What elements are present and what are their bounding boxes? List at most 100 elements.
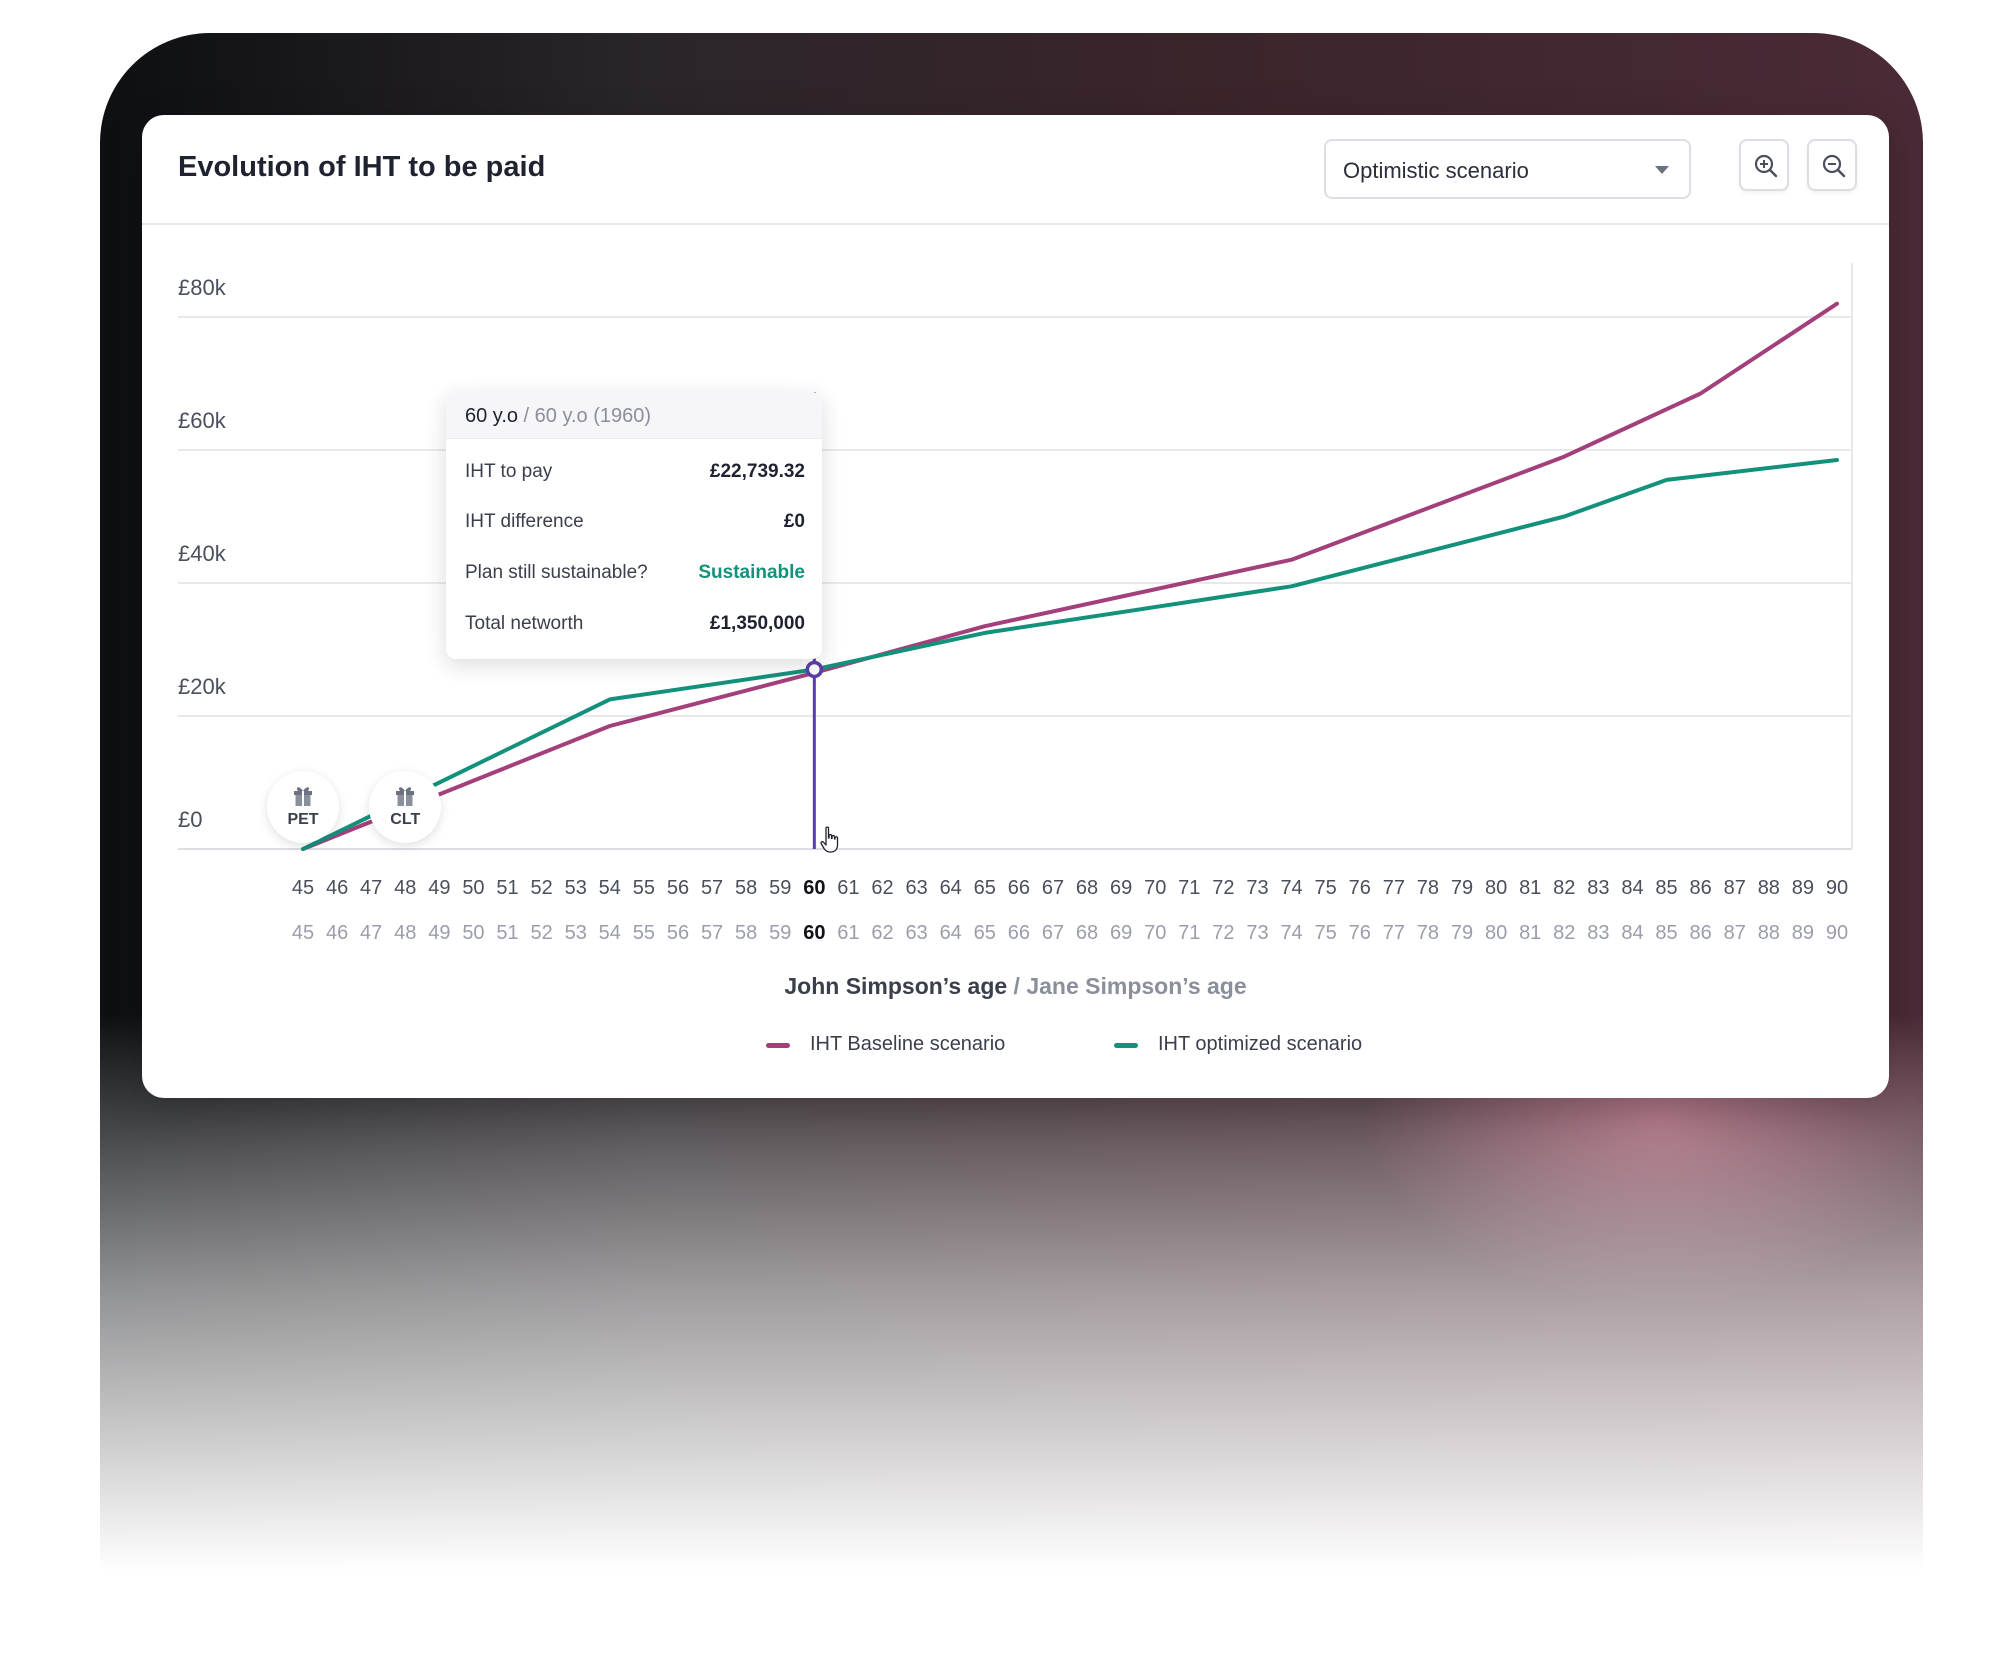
tooltip-row-value: £0 [783,511,805,532]
x-secondary-tick-label: 90 [1826,922,1848,944]
tooltip-row-label: Plan still sustainable? [465,562,648,583]
x-tick-label: 76 [1349,877,1371,899]
tooltip-row-total-networth: Total networth £1,350,000 [465,613,805,639]
x-secondary-tick-label: 54 [599,922,621,944]
legend-swatch [1114,1043,1138,1048]
x-secondary-tick-label: 76 [1349,922,1371,944]
x-secondary-tick-label: 77 [1383,922,1405,944]
x-tick-label: 57 [701,877,723,899]
x-axis-title: John Simpson’s age / Jane Simpson’s age [142,973,1889,1000]
y-tick-label: £60k [178,408,227,433]
x-secondary-tick-label: 45 [292,922,314,944]
x-tick-label: 52 [530,877,552,899]
x-secondary-tick-label: 50 [462,922,484,944]
x-secondary-tick-label: 79 [1451,922,1473,944]
x-tick-label: 87 [1724,877,1746,899]
tooltip-age-secondary: 60 y.o (1960) [534,405,652,427]
x-axis-title-primary: John Simpson’s age [784,973,1008,999]
tooltip-header: 60 y.o / 60 y.o (1960) [446,392,822,439]
x-tick-label: 85 [1655,877,1677,899]
x-secondary-tick-label: 46 [326,922,348,944]
x-secondary-tick-label: 88 [1758,922,1780,944]
x-secondary-tick-label: 70 [1144,922,1166,944]
x-tick-label: 72 [1212,877,1234,899]
hover-marker [805,660,824,679]
x-axis-title-secondary: Jane Simpson’s age [1026,973,1247,999]
tooltip-row-label: IHT to pay [465,461,553,482]
x-secondary-tick-label: 72 [1212,922,1234,944]
x-secondary-tick-label: 78 [1417,922,1439,944]
x-tick-label: 54 [599,877,621,899]
tooltip-age: 60 y.o / 60 y.o (1960) [465,405,651,428]
x-tick-label: 81 [1519,877,1541,899]
event-badge-clt[interactable]: CLT [369,771,442,843]
x-tick-label: 61 [837,877,859,899]
x-secondary-tick-label: 59 [769,922,791,944]
tooltip-row-value: £22,739.32 [709,461,805,482]
x-tick-label: 75 [1315,877,1337,899]
x-tick-label: 45 [292,877,314,899]
legend-label: IHT optimized scenario [1158,1033,1363,1055]
x-tick-label: 77 [1383,877,1405,899]
x-secondary-tick-label: 80 [1485,922,1507,944]
x-axis-ticks: 45 46 47 48 49 50 51 52 53 54 55 56 57 58 59 60 61 62 63 64… [292,877,1848,899]
x-tick-label: 68 [1076,877,1098,899]
x-tick-label: 63 [905,877,927,899]
x-tick-label: 51 [496,877,518,899]
x-secondary-tick-label: 47 [360,922,382,944]
line-chart[interactable]: £0 £20k £40k £60k £80k 45 46 47 48 49 50 51 52 53 54 5… [142,115,1889,1098]
x-secondary-tick-label: 60 [803,922,825,944]
x-secondary-tick-label: 61 [837,922,859,944]
x-tick-label: 56 [667,877,689,899]
tooltip-row-value: Sustainable [698,562,805,583]
x-tick-label: 90 [1826,877,1848,899]
hover-point [805,660,824,679]
y-tick-label: £80k [178,275,227,300]
x-secondary-tick-label: 89 [1792,922,1814,944]
x-tick-label: 70 [1144,877,1166,899]
event-badge-pet[interactable]: PET [267,771,339,843]
legend-label: IHT Baseline scenario [810,1033,1006,1055]
x-tick-label: 60 [803,877,825,899]
x-tick-label: 74 [1280,877,1302,899]
x-secondary-tick-label: 68 [1076,922,1098,944]
y-tick-label: £0 [178,807,202,832]
chart-legend: IHT Baseline scenario IHT optimized scen… [766,1033,1362,1059]
x-tick-label: 88 [1758,877,1780,899]
x-tick-label: 67 [1042,877,1064,899]
x-secondary-tick-label: 48 [394,922,416,944]
x-secondary-tick-label: 74 [1280,922,1302,944]
x-secondary-tick-label: 62 [871,922,893,944]
x-secondary-tick-label: 65 [974,922,996,944]
x-secondary-tick-label: 49 [428,922,450,944]
chart-tooltip: 60 y.o / 60 y.o (1960) IHT to pay £22,73… [446,392,822,659]
x-tick-label: 79 [1451,877,1473,899]
x-axis-secondary-ticks: 45 46 47 48 49 50 51 52 53 54 55 56 57 58 59 60 61 62 63 64… [292,922,1848,944]
tooltip-row-value: £1,350,000 [709,613,805,634]
tooltip-row-label: IHT difference [465,511,584,532]
tooltip-row-label: Total networth [465,613,584,634]
x-secondary-tick-label: 67 [1042,922,1064,944]
x-tick-label: 62 [871,877,893,899]
x-tick-label: 66 [1008,877,1030,899]
gift-icon [294,787,312,806]
x-tick-label: 69 [1110,877,1132,899]
x-tick-label: 53 [565,877,587,899]
x-secondary-tick-label: 75 [1315,922,1337,944]
x-secondary-tick-label: 83 [1587,922,1609,944]
x-tick-label: 80 [1485,877,1507,899]
x-secondary-tick-label: 86 [1690,922,1712,944]
x-tick-label: 48 [394,877,416,899]
x-secondary-tick-label: 69 [1110,922,1132,944]
x-tick-label: 71 [1178,877,1200,899]
x-secondary-tick-label: 55 [633,922,655,944]
x-secondary-tick-label: 66 [1008,922,1030,944]
grid-lines [178,263,1853,850]
chart-card: Evolution of IHT to be paid Optimistic s… [142,115,1889,1098]
x-secondary-tick-label: 58 [735,922,757,944]
tooltip-row-sustainable: Plan still sustainable? Sustainable [465,562,805,588]
x-secondary-tick-label: 71 [1178,922,1200,944]
tooltip-row-iht-to-pay: IHT to pay £22,739.32 [465,461,805,487]
x-secondary-tick-label: 82 [1553,922,1575,944]
x-secondary-tick-label: 85 [1655,922,1677,944]
